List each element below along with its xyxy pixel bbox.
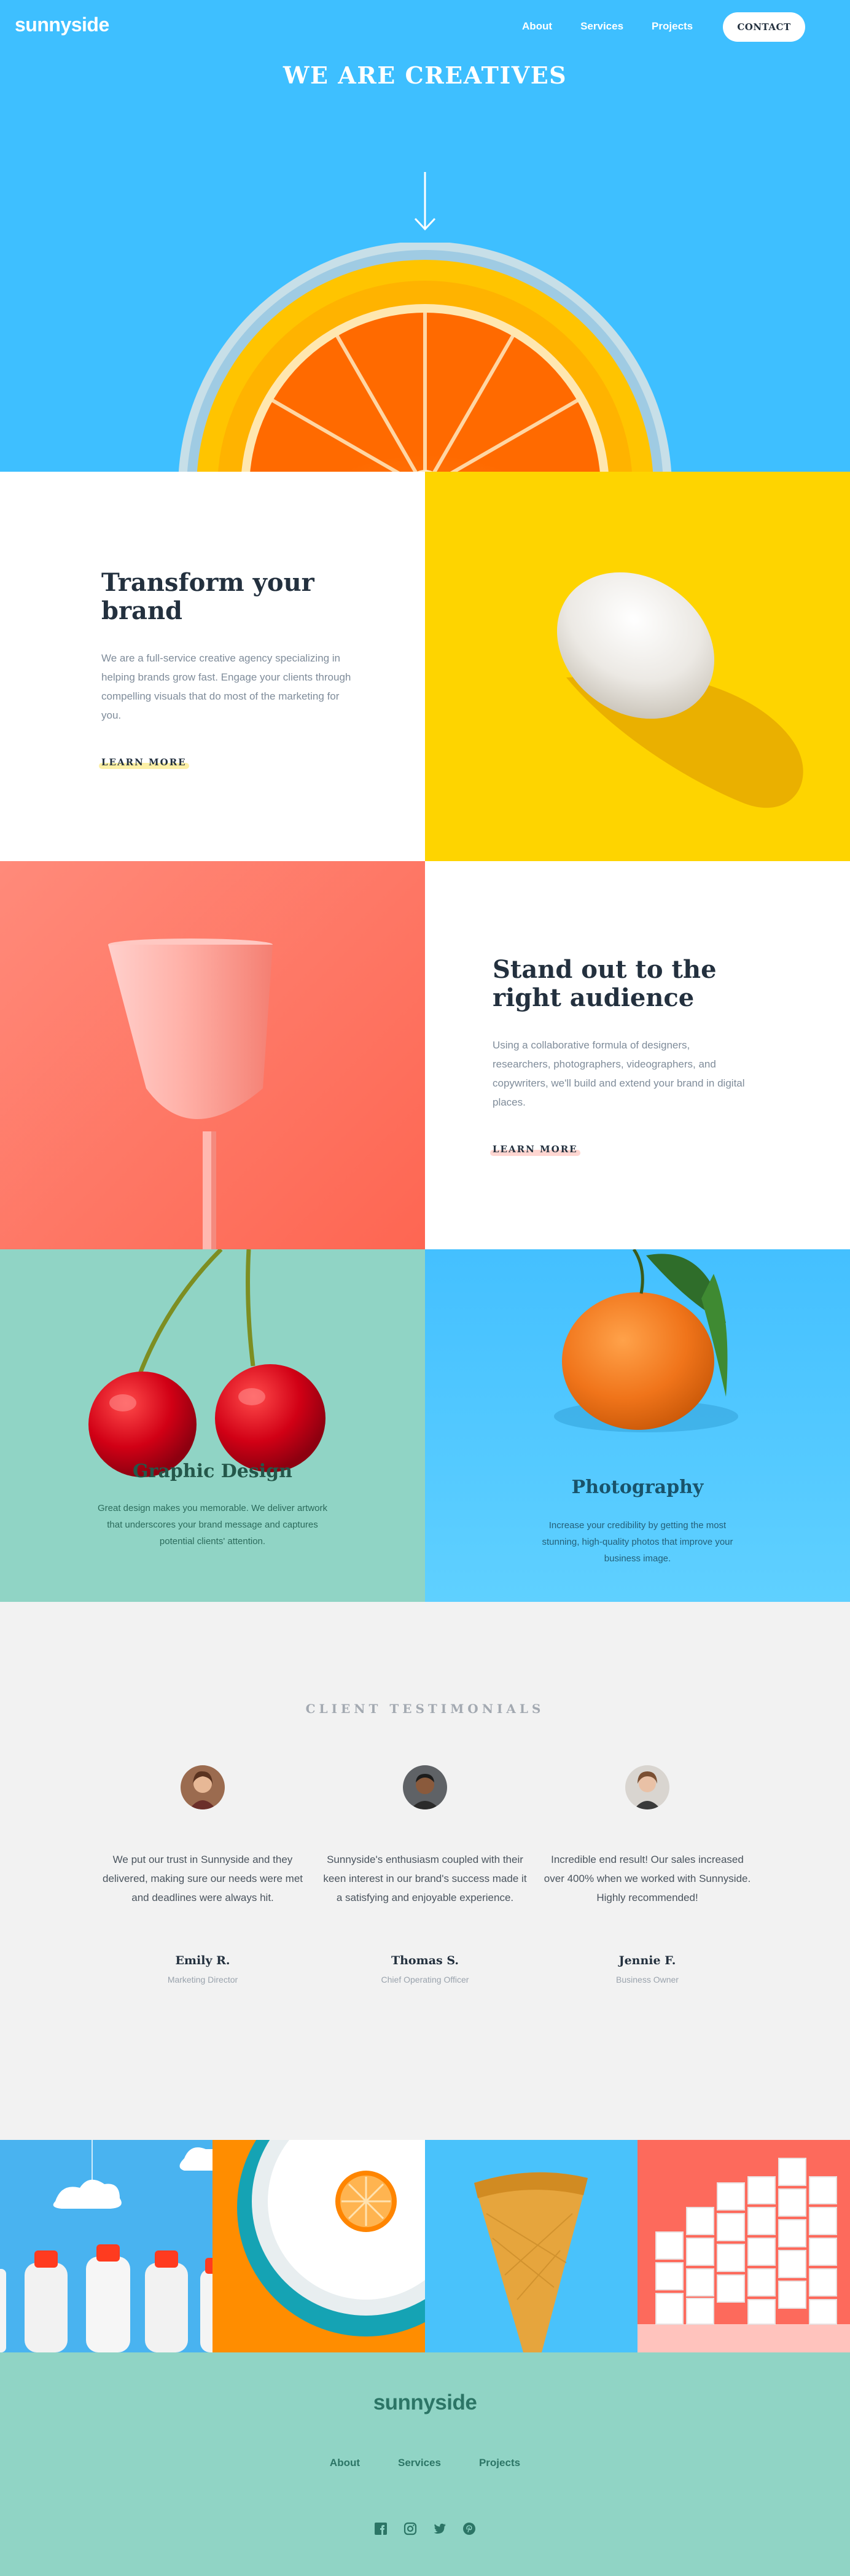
social-links — [0, 2522, 850, 2535]
gallery-orange-plate-image — [212, 2140, 425, 2352]
arrow-down-icon[interactable] — [413, 171, 437, 232]
photography-card: Photography Increase your credibility by… — [425, 1249, 850, 1602]
hero-section: sunnyside About Services Projects CONTAC… — [0, 0, 850, 472]
nav-links: About Services Projects — [522, 20, 693, 33]
testimonial-name: Jennie F. — [618, 1954, 676, 1967]
graphic-design-title: Graphic Design — [133, 1461, 292, 1482]
glass-image — [0, 861, 425, 1249]
testimonial-name: Emily R. — [175, 1954, 230, 1967]
facebook-icon[interactable] — [374, 2522, 388, 2535]
standout-heading: Stand out to the right audience — [493, 955, 717, 1012]
photography-title: Photography — [571, 1477, 704, 1498]
nav-link-projects[interactable]: Projects — [652, 20, 693, 33]
standout-text-block: Stand out to the right audience Using a … — [490, 955, 751, 1156]
footer: sunnyside About Services Projects — [0, 2352, 850, 2576]
learn-more-label: LEARN MORE — [101, 757, 187, 768]
site-logo[interactable]: sunnyside — [15, 14, 109, 36]
testimonial-card: Incredible end result! Our sales increas… — [543, 1765, 752, 1985]
footer-link-projects[interactable]: Projects — [479, 2457, 520, 2469]
learn-more-label: LEARN MORE — [493, 1144, 578, 1155]
footer-logo[interactable]: sunnyside — [0, 2391, 850, 2415]
nav-link-services[interactable]: Services — [580, 20, 623, 33]
transform-paragraph: We are a full-service creative agency sp… — [101, 652, 351, 721]
testimonials-heading: CLIENT TESTIMONIALS — [305, 1701, 545, 1716]
testimonial-name: Thomas S. — [391, 1954, 459, 1967]
transform-learn-more-link[interactable]: LEARN MORE — [99, 757, 189, 769]
egg-image — [425, 472, 850, 861]
orange-hero-image — [178, 243, 672, 472]
gallery-milk-bottles-image — [0, 2140, 212, 2352]
glass-illustration — [108, 939, 273, 1249]
contact-button[interactable]: CONTACT — [723, 12, 805, 42]
testimonial-quote: Incredible end result! Our sales increas… — [544, 1854, 751, 1903]
testimonial-quote: We put our trust in Sunnyside and they d… — [103, 1854, 303, 1903]
testimonial-role: Chief Operating Officer — [381, 1975, 469, 1985]
transform-heading: Transform your brand — [101, 568, 314, 625]
instagram-icon[interactable] — [404, 2522, 417, 2535]
nav-link-about[interactable]: About — [522, 20, 552, 33]
avatar — [403, 1765, 447, 1809]
standout-paragraph: Using a collaborative formula of designe… — [493, 1039, 745, 1108]
graphic-design-text: Great design makes you memorable. We del… — [97, 1503, 328, 1547]
hero-title: WE ARE CREATIVES — [283, 61, 567, 89]
avatar — [181, 1765, 225, 1809]
testimonial-role: Business Owner — [616, 1975, 679, 1985]
testimonial-role: Marketing Director — [167, 1975, 238, 1985]
gallery-sugar-cubes-image — [638, 2140, 850, 2352]
footer-link-services[interactable]: Services — [398, 2457, 441, 2469]
standout-learn-more-link[interactable]: LEARN MORE — [490, 1144, 580, 1156]
testimonial-card: Sunnyside's enthusiasm coupled with thei… — [321, 1765, 529, 1985]
testimonials-section: CLIENT TESTIMONIALS We put our trust in … — [0, 1602, 850, 2140]
footer-link-about[interactable]: About — [330, 2457, 360, 2469]
pinterest-icon[interactable] — [462, 2522, 476, 2535]
graphic-design-card: Graphic Design Great design makes you me… — [0, 1249, 425, 1602]
footer-nav: About Services Projects — [0, 2457, 850, 2469]
avatar — [625, 1765, 669, 1809]
testimonial-quote: Sunnyside's enthusiasm coupled with thei… — [323, 1854, 527, 1903]
twitter-icon[interactable] — [433, 2522, 446, 2535]
transform-section: Transform your brand We are a full-servi… — [0, 472, 425, 861]
transform-text-block: Transform your brand We are a full-servi… — [99, 568, 359, 769]
egg-illustration — [556, 572, 803, 808]
gallery-cone-image — [425, 2140, 638, 2352]
top-navigation: sunnyside About Services Projects CONTAC… — [0, 0, 850, 54]
photography-text: Increase your credibility by getting the… — [542, 1520, 733, 1564]
testimonial-card: We put our trust in Sunnyside and they d… — [98, 1765, 307, 1985]
standout-section: Stand out to the right audience Using a … — [425, 861, 850, 1249]
